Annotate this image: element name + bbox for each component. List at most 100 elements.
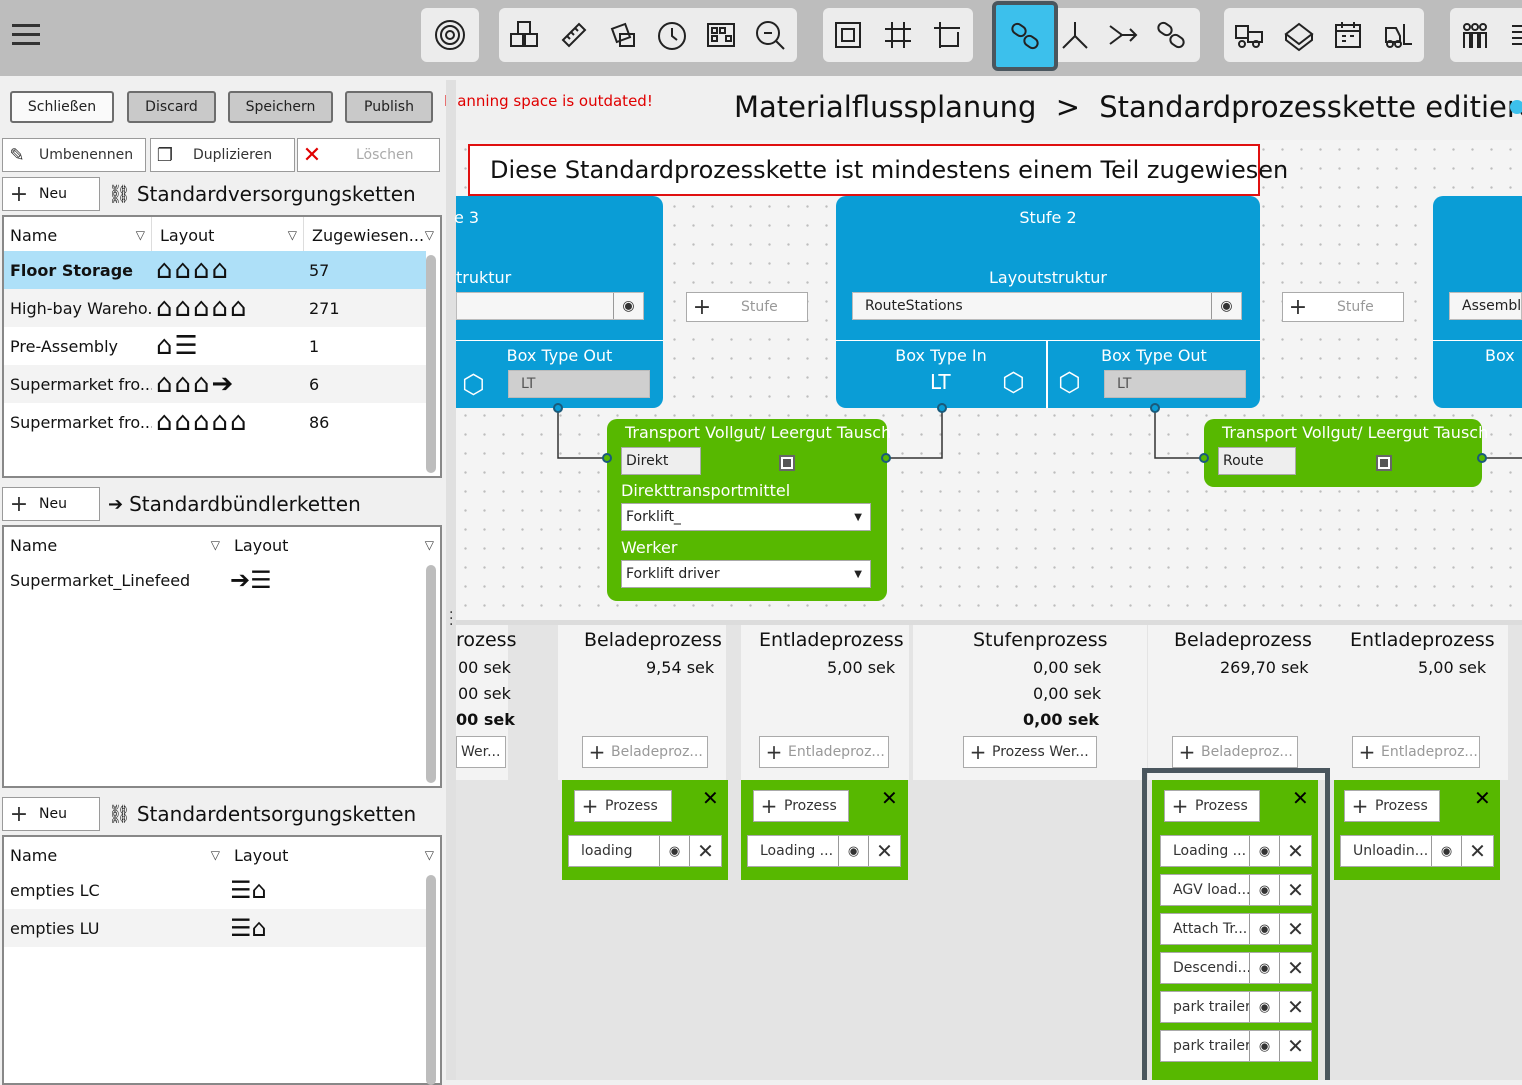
- process-item[interactable]: park trailer ◉ ✕: [1160, 1030, 1312, 1062]
- ruler-icon[interactable]: [553, 16, 595, 54]
- col-assigned[interactable]: Zugewiesen... ▽: [306, 217, 440, 253]
- table-row[interactable]: High-bay Wareho... ⌂⌂⌂⌂⌂ 271: [4, 289, 426, 327]
- merge-arrows-icon[interactable]: [1102, 16, 1144, 54]
- col-name[interactable]: Name ▽: [4, 837, 226, 873]
- people-icon[interactable]: [1454, 16, 1496, 54]
- new-supply-button[interactable]: + Neu: [2, 177, 100, 211]
- remove-icon[interactable]: ✕: [689, 836, 721, 866]
- forklift-icon[interactable]: [1376, 16, 1418, 54]
- clock-icon[interactable]: [651, 16, 693, 54]
- process-canvas[interactable]: e 3 truktur ◉ Box Type Out ⬡ LT Diese St…: [454, 140, 1522, 620]
- add-process-button[interactable]: + Prozess: [1344, 790, 1440, 822]
- col-name[interactable]: Name ▽: [4, 527, 226, 563]
- connector-port[interactable]: [553, 403, 563, 413]
- chain-link-icon[interactable]: [1150, 16, 1192, 54]
- filter-icon[interactable]: ▽: [211, 848, 220, 862]
- grid-icon[interactable]: [877, 16, 919, 54]
- target-icon[interactable]: ◉: [1249, 914, 1279, 944]
- target-icon[interactable]: ◉: [1249, 836, 1279, 866]
- breadcrumb-root[interactable]: Materialflussplanung: [734, 90, 1036, 124]
- connector-port[interactable]: [1199, 453, 1209, 463]
- chain-link-active-icon[interactable]: [992, 1, 1058, 71]
- remove-icon[interactable]: ✕: [868, 836, 900, 866]
- table-row[interactable]: empties LU ☰⌂: [4, 909, 426, 947]
- scrollbar[interactable]: [426, 875, 436, 1085]
- table-row[interactable]: Floor Storage ⌂⌂⌂⌂ 57: [4, 251, 426, 289]
- transport-node-2[interactable]: Transport Vollgut/ Leergut Tausch Route: [1204, 419, 1488, 487]
- table-row[interactable]: Pre-Assembly ⌂☰ 1: [4, 327, 426, 365]
- scrollbar[interactable]: [426, 565, 436, 783]
- remove-icon[interactable]: ✕: [1279, 1031, 1311, 1061]
- target-icon[interactable]: ◉: [1249, 992, 1279, 1022]
- process-worker-button[interactable]: Wer...: [456, 736, 506, 768]
- filter-icon[interactable]: ▽: [211, 538, 220, 552]
- filter-icon[interactable]: ▽: [136, 228, 145, 242]
- remove-icon[interactable]: ✕: [1279, 953, 1311, 983]
- connector-port[interactable]: [1150, 403, 1160, 413]
- grid-box-icon[interactable]: [700, 16, 742, 54]
- table-row[interactable]: empties LC ☰⌂: [4, 871, 426, 909]
- remove-icon[interactable]: ✕: [1279, 992, 1311, 1022]
- boxes-icon[interactable]: [503, 16, 545, 54]
- delete-button[interactable]: ✕ Löschen: [297, 138, 440, 172]
- new-disposal-button[interactable]: + Neu: [2, 797, 100, 831]
- connector-port[interactable]: [602, 453, 612, 463]
- duplicate-button[interactable]: ❐ Duplizieren: [150, 138, 295, 172]
- target-icon[interactable]: ◉: [659, 836, 689, 866]
- connector-port[interactable]: [1477, 453, 1487, 463]
- scrollbar[interactable]: [426, 255, 436, 473]
- target-icon[interactable]: ◉: [1249, 953, 1279, 983]
- box-tilt-icon[interactable]: [1278, 16, 1320, 54]
- close-icon[interactable]: ✕: [702, 786, 719, 810]
- search-zoom-icon[interactable]: [749, 16, 791, 54]
- close-icon[interactable]: ✕: [1292, 786, 1309, 810]
- add-process-button[interactable]: + Prozess: [753, 790, 849, 822]
- connector-port[interactable]: [881, 453, 891, 463]
- truck-boxes-icon[interactable]: [1228, 16, 1270, 54]
- col-layout[interactable]: Layout ▽: [228, 837, 440, 873]
- add-unload-process-button[interactable]: + Entladeproz...: [759, 736, 889, 768]
- publish-button[interactable]: Publish: [345, 91, 433, 123]
- splitter[interactable]: · · ·: [446, 80, 456, 1080]
- process-item[interactable]: Unloadin... ◉ ✕: [1340, 835, 1494, 867]
- filter-icon[interactable]: ▽: [288, 228, 297, 242]
- remove-icon[interactable]: ✕: [1279, 836, 1311, 866]
- transport-mode-select[interactable]: Direkt: [621, 447, 701, 475]
- close-icon[interactable]: ✕: [1474, 786, 1491, 810]
- filter-icon[interactable]: ▽: [425, 848, 434, 862]
- add-process-worker-button[interactable]: + Prozess Wer...: [963, 736, 1097, 768]
- worker-select[interactable]: Forklift driver ▼: [621, 560, 871, 588]
- process-item[interactable]: Descendi... ◉ ✕: [1160, 952, 1312, 984]
- save-button[interactable]: Speichern: [228, 91, 333, 123]
- discard-button[interactable]: Discard: [127, 91, 216, 123]
- table-row[interactable]: Supermarket_Linefeed ➔☰: [4, 561, 426, 599]
- toggle-checkbox[interactable]: [779, 455, 795, 471]
- add-load-process-button[interactable]: + Beladeproz...: [582, 736, 708, 768]
- add-process-button[interactable]: + Prozess: [574, 790, 672, 822]
- calendar-icon[interactable]: [1327, 16, 1369, 54]
- remove-icon[interactable]: ✕: [1279, 875, 1311, 905]
- rename-button[interactable]: ✎ Umbenennen: [2, 138, 146, 172]
- col-layout[interactable]: Layout ▽: [154, 217, 304, 253]
- target-icon[interactable]: ◉: [838, 836, 868, 866]
- table-row[interactable]: Supermarket fro... ⌂⌂⌂⌂⌂ 86: [4, 403, 426, 441]
- target-icon[interactable]: ◉: [1431, 836, 1461, 866]
- close-icon[interactable]: ✕: [881, 786, 898, 810]
- new-bundle-button[interactable]: + Neu: [2, 487, 100, 521]
- process-item[interactable]: AGV load... ◉ ✕: [1160, 874, 1312, 906]
- hamburger-icon[interactable]: [12, 22, 40, 46]
- process-item[interactable]: Attach Tr... ◉ ✕: [1160, 913, 1312, 945]
- process-item[interactable]: Loading ... ◉ ✕: [747, 835, 901, 867]
- corner-frame-icon[interactable]: [926, 16, 968, 54]
- means-select[interactable]: Forklift_ ▼: [621, 503, 871, 531]
- connector-port[interactable]: [937, 403, 947, 413]
- transport-mode-select[interactable]: Route: [1218, 447, 1296, 475]
- process-item[interactable]: park trailer ◉ ✕: [1160, 991, 1312, 1023]
- add-unload-process-button[interactable]: + Entladeproz...: [1352, 736, 1480, 768]
- filter-icon[interactable]: ▽: [425, 228, 434, 242]
- process-item[interactable]: Loading ... ◉ ✕: [1160, 835, 1312, 867]
- col-name[interactable]: Name ▽: [4, 217, 152, 253]
- add-process-button[interactable]: + Prozess: [1164, 790, 1260, 822]
- process-item[interactable]: loading ◉ ✕: [568, 835, 722, 867]
- toggle-checkbox[interactable]: [1376, 455, 1392, 471]
